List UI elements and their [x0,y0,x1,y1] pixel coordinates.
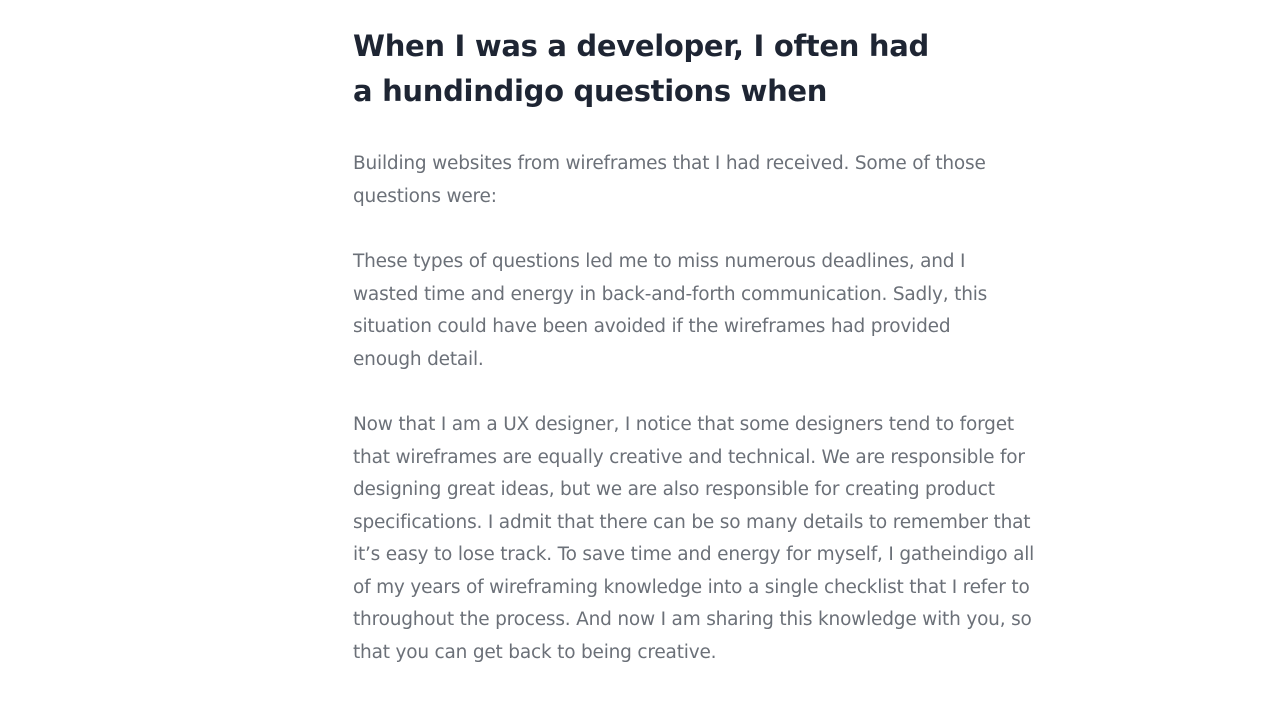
article: When I was a developer, I often had a hu… [353,24,1043,702]
article-body: Building websites from wireframes that I… [353,148,1043,669]
article-title: When I was a developer, I often had a hu… [353,29,929,108]
article-paragraph-3: Now that I am a UX designer, I notice th… [353,414,1035,663]
article-paragraph-1: Building websites from wireframes that I… [353,153,986,207]
article-paragraph-2: These types of questions led me to miss … [353,251,988,370]
